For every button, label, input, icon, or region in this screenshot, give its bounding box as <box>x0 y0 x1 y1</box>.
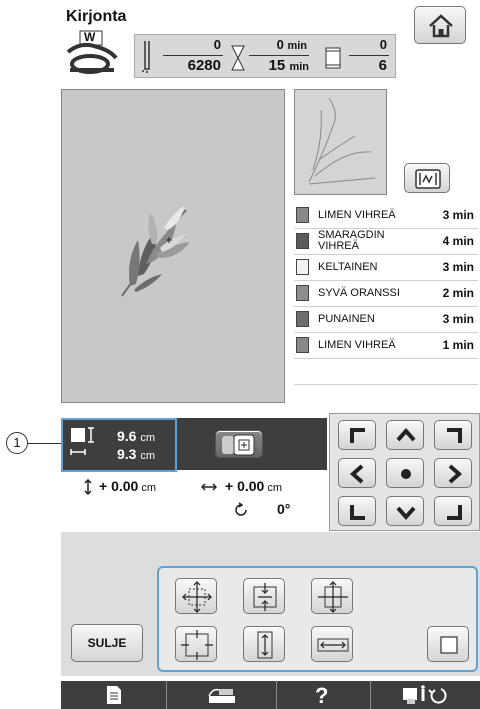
center-button[interactable] <box>386 458 424 488</box>
thread-swatch <box>296 311 309 327</box>
color-row[interactable]: SYVÄ ORANSSI 2 min <box>294 280 478 307</box>
frame-select-button[interactable] <box>215 430 263 458</box>
stretch-vertical-icon <box>257 631 273 659</box>
arrow-right-icon <box>448 464 463 484</box>
stitch-total: 6280 <box>187 57 221 74</box>
stitch-counter-panel: 0 6280 0 min 15 min 0 6 <box>134 34 396 78</box>
color-row[interactable]: KELTAINEN 3 min <box>294 254 478 281</box>
move-right-button[interactable] <box>434 458 472 488</box>
color-total: 6 <box>378 57 387 74</box>
color-row[interactable]: SMARAGDIN VIHREÄ 4 min <box>294 228 478 255</box>
home-icon <box>429 14 453 38</box>
thread-swatch <box>296 337 309 353</box>
presser-foot-letter: W <box>84 30 96 44</box>
move-left-button[interactable] <box>338 458 376 488</box>
vertical-offset-value: + 0.00 cm <box>99 478 157 494</box>
stretch-horizontal-icon <box>318 581 348 613</box>
design-size-display: 9.6 cm 9.3 cm <box>61 418 177 472</box>
thread-color-list[interactable]: LIMEN VIHREÄ 3 min SMARAGDIN VIHREÄ 4 mi… <box>294 198 478 404</box>
display-view-button[interactable] <box>404 163 450 193</box>
embroidery-design-image <box>121 206 190 297</box>
reduce-arrows-icon <box>253 583 277 611</box>
settings-button[interactable] <box>371 681 480 709</box>
frame-expand-icon <box>181 630 213 660</box>
machine-settings-icon <box>403 685 447 704</box>
document-icon <box>107 686 121 704</box>
stretch-horizontal-button[interactable] <box>311 578 353 614</box>
page-title: Kirjonta <box>66 8 127 25</box>
needle-icon <box>142 41 150 73</box>
square-icon <box>440 636 458 654</box>
position-arrow-pad <box>329 413 480 531</box>
bottom-toolbar: ? <box>61 681 480 709</box>
color-row[interactable]: PUNAINEN 3 min <box>294 306 478 333</box>
move-down-button[interactable] <box>386 496 424 526</box>
arrow-down-icon <box>396 506 416 521</box>
question-icon: ? <box>315 683 329 708</box>
vertical-offset-icon <box>84 479 92 495</box>
thread-spool-icon <box>325 47 341 69</box>
move-up-right-button[interactable] <box>434 420 472 450</box>
presser-foot-icon: W <box>66 30 126 78</box>
enlarge-frame-button[interactable] <box>175 626 217 662</box>
stitch-current: 0 <box>213 37 221 52</box>
arrow-up-icon <box>396 427 416 442</box>
scan-button[interactable] <box>167 681 277 709</box>
arrow-up-left-icon <box>350 428 365 443</box>
layout-buttons-group <box>157 566 478 672</box>
scanner-icon <box>208 688 235 703</box>
reduce-button[interactable] <box>243 578 285 614</box>
thread-swatch <box>296 207 309 223</box>
hoop-frame-icon <box>222 434 255 456</box>
horizontal-offset-icon <box>201 483 217 491</box>
stretch-wide-icon <box>317 638 349 652</box>
color-row[interactable]: LIMEN VIHREÄ 1 min <box>294 332 478 359</box>
enlarge-button[interactable] <box>175 578 217 614</box>
thread-swatch <box>296 285 309 301</box>
home-button[interactable] <box>414 6 466 44</box>
callout-line <box>28 443 61 444</box>
color-row[interactable]: LIMEN VIHREÄ 3 min <box>294 202 478 229</box>
color-row-empty <box>294 384 478 402</box>
rotation-angle: 0° <box>277 501 291 517</box>
arrow-down-left-icon <box>350 505 365 520</box>
stretch-wide-button[interactable] <box>311 626 353 662</box>
color-row-empty <box>294 358 478 385</box>
frame-bar <box>177 418 327 470</box>
enlarge-arrows-icon <box>182 581 212 613</box>
thread-swatch <box>296 259 309 275</box>
arrow-left-icon <box>349 464 364 484</box>
arrow-down-right-icon <box>447 505 462 520</box>
design-thumbnail <box>294 89 387 195</box>
stretch-vertical-button[interactable] <box>243 626 285 662</box>
design-width: 9.3 cm <box>117 446 156 462</box>
hoop-view-icon <box>415 169 441 189</box>
help-button[interactable]: ? <box>277 681 371 709</box>
arrow-up-right-icon <box>447 428 462 443</box>
move-down-left-button[interactable] <box>338 496 376 526</box>
time-current: 0 min <box>276 37 307 52</box>
info-button[interactable] <box>61 681 167 709</box>
embroidery-preview-area[interactable] <box>61 89 285 403</box>
close-button[interactable]: SULJE <box>71 624 143 662</box>
thread-outline-icon <box>308 97 376 185</box>
rotation-icon <box>235 502 247 516</box>
callout-marker: 1 <box>6 432 28 454</box>
center-dot-icon <box>401 469 411 479</box>
thread-swatch <box>296 233 309 249</box>
time-total: 15 min <box>268 57 309 74</box>
move-down-right-button[interactable] <box>434 496 472 526</box>
design-height: 9.6 cm <box>117 428 156 444</box>
color-current: 0 <box>379 37 387 52</box>
move-up-button[interactable] <box>386 420 424 450</box>
reset-size-button[interactable] <box>427 626 469 662</box>
move-up-left-button[interactable] <box>338 420 376 450</box>
offset-readout: + 0.00 cm + 0.00 cm 0° <box>61 476 329 532</box>
hourglass-icon <box>231 45 245 71</box>
horizontal-offset-value: + 0.00 cm <box>225 478 283 494</box>
size-icon <box>70 427 94 455</box>
